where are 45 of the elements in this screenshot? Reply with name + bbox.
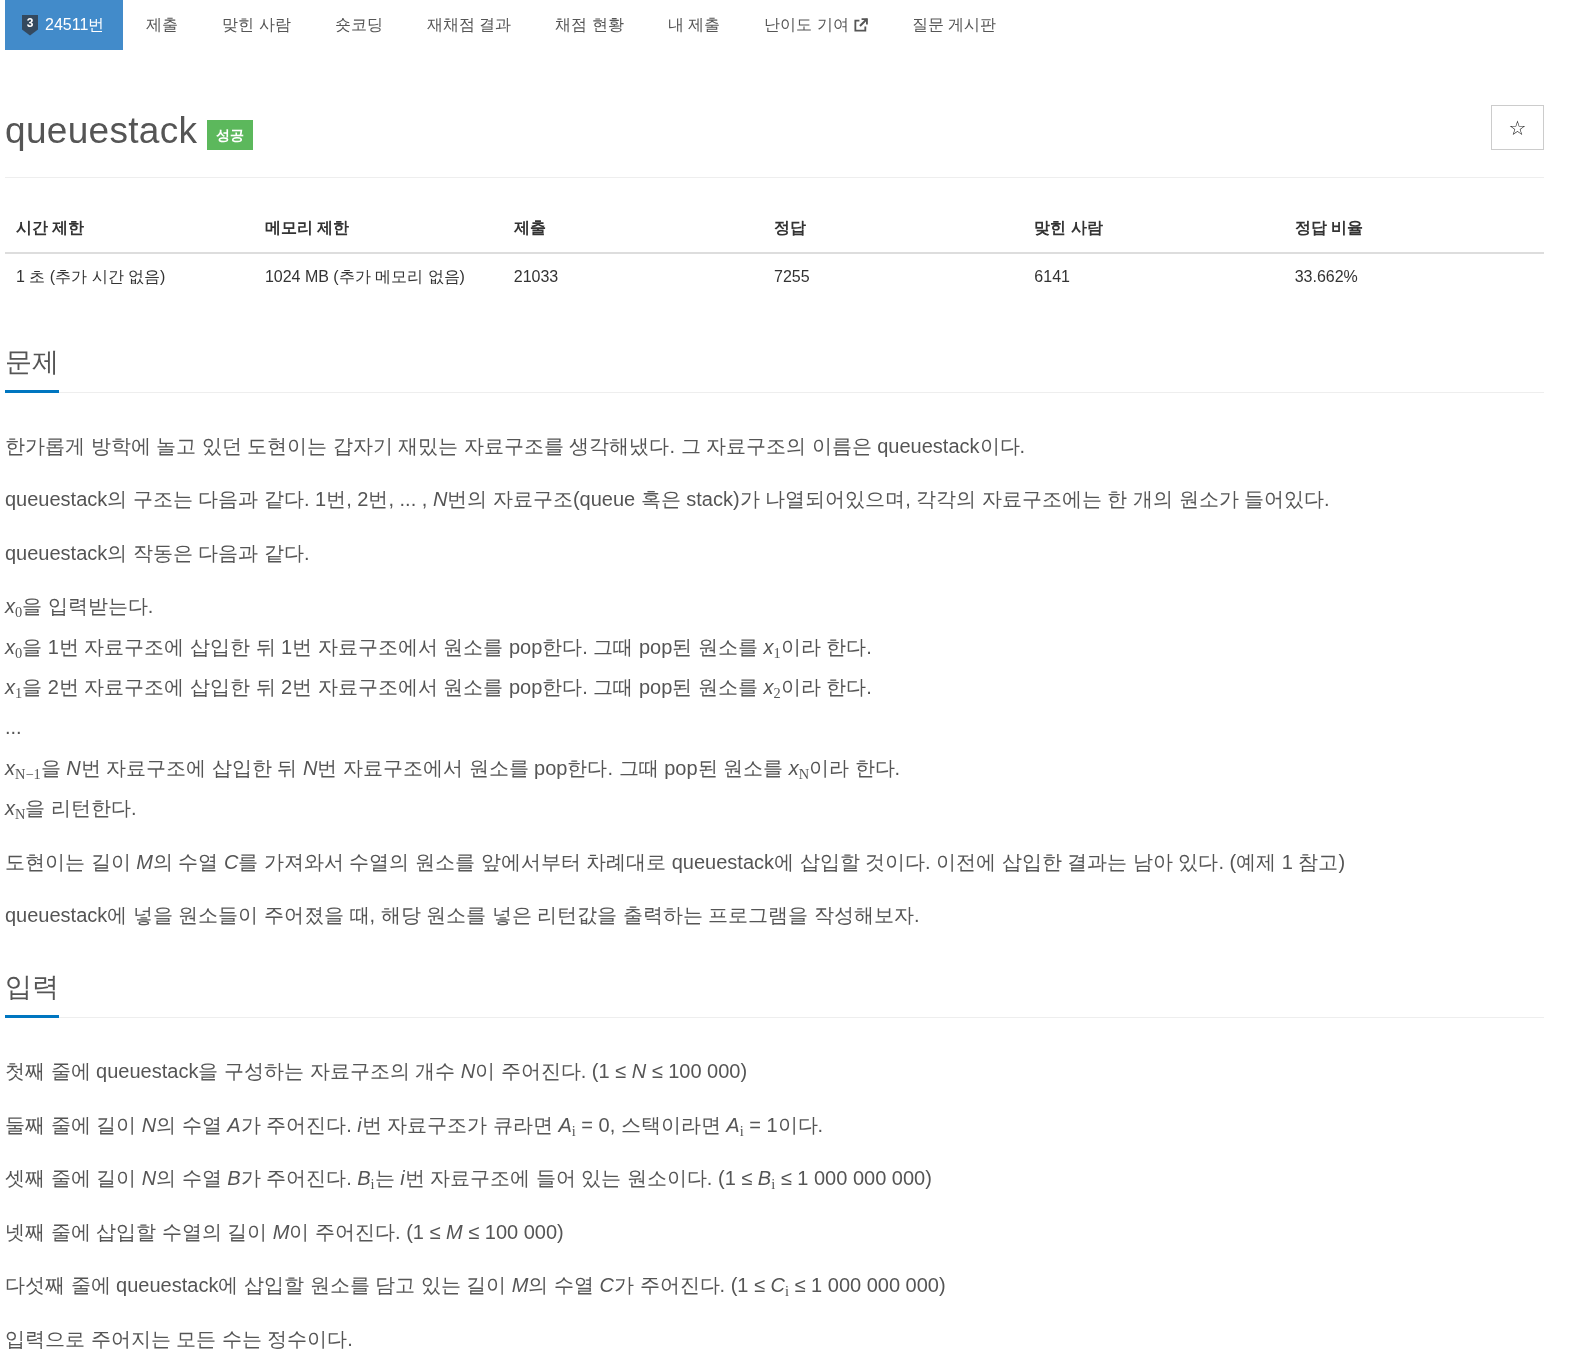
table-header-cell: 시간 제한 <box>5 204 254 253</box>
table-cell: 1 초 (추가 시간 없음) <box>5 253 254 300</box>
table-header-cell: 맞힌 사람 <box>1023 204 1284 253</box>
paragraph-text: ... <box>5 715 23 741</box>
table-header-cell: 정답 비율 <box>1283 204 1544 253</box>
section-heading: 입력 <box>5 967 59 1019</box>
nav-tab[interactable]: 제출 <box>125 0 200 50</box>
paragraph-text: 한가롭게 방학에 놀고 있던 도현이는 갑자기 재밌는 자료구조를 생각해냈다. 그 자료구조의 이름은 queuestack이다. <box>5 434 1027 459</box>
nav-tab[interactable]: 채점 현황 <box>534 0 645 50</box>
paragraph-text: x$_{0}$을 1번 자료구조에 삽입한 뒤 1번 자료구조에서 원소를 pop한다. 그때 pop된 원소를 x$_{1}$이라 한다. <box>5 634 873 663</box>
paragraph-text: 둘째 줄에 길이 N의 수열 A가 주어진다. i번 자료구조가 큐라면 A$_{i}$ = 0, 스택이라면 A$_{i}$ = 1이다. <box>5 1112 825 1142</box>
table-cell: 1024 MB (추가 메모리 없음) <box>253 253 503 300</box>
table-header-cell: 제출 <box>502 204 764 253</box>
paragraph-text: 다섯째 줄에 queuestack에 삽입할 원소를 담고 있는 길이 M의 수열 C가 주어진다. (1 ≤ C$_{i}$ ≤ 1 000 000 000) <box>5 1273 947 1302</box>
star-button[interactable]: ☆ <box>1491 105 1544 150</box>
paragraph-text: queuestack의 작동은 다음과 같다. <box>5 540 311 566</box>
nav-tab[interactable]: 질문 게시판 <box>890 0 1018 50</box>
paragraph-text: x$_{1}$을 2번 자료구조에 삽입한 뒤 2번 자료구조에서 원소를 pop한다. 그때 pop된 원소를 x$_{2}$이라 한다. <box>5 675 873 704</box>
paragraph-text: 넷째 줄에 삽입할 수열의 길이 M이 주어진다. (1 ≤ M ≤ 100 000) <box>5 1219 565 1245</box>
paragraph-text: 입력으로 주어지는 모든 수는 정수이다. <box>5 1326 354 1352</box>
table-cell: 7255 <box>763 253 1024 300</box>
table-cell: 6141 <box>1023 253 1284 300</box>
nav-tab[interactable]: 숏코딩 <box>313 0 404 50</box>
external-link-icon <box>852 17 868 33</box>
paragraph-text: 도현이는 길이 M의 수열 C를 가져와서 수열의 원소를 앞에서부터 차례대로 queuestack에 삽입할 것이다. 이전에 삽입한 결과는 남아 있다. (예제 1 참고) <box>5 849 1347 875</box>
paragraph-text: 첫째 줄에 queuestack을 구성하는 자료구조의 개수 N이 주어진다. (1 ≤ N ≤ 100 000) <box>5 1059 749 1085</box>
table-header-cell: 메모리 제한 <box>253 204 503 253</box>
paragraph-text: x$_{N}$을 리턴한다. <box>5 796 138 825</box>
problem-title: queuestack <box>5 109 198 153</box>
section-heading: 문제 <box>5 342 59 393</box>
nav-tab[interactable]: 난이도 기여 <box>743 0 889 50</box>
paragraph-text: 셋째 줄에 길이 N의 수열 B가 주어진다. B$_{i}$는 i번 자료구조에 들어 있는 원소이다. (1 ≤ B$_{i}$ ≤ 1 000 000 000) <box>5 1166 933 1195</box>
table-cell: 21033 <box>502 253 764 300</box>
paragraph-text: x$_{0}$을 입력받는다. <box>5 594 155 623</box>
nav-tab[interactable]: 내 제출 <box>646 0 742 50</box>
status-badge: 성공 <box>207 120 254 150</box>
tier-badge: 3 <box>22 14 38 36</box>
table-cell: 33.662% <box>1283 253 1544 300</box>
nav-tab[interactable]: 3 24511번 <box>5 0 124 50</box>
paragraph-text: queuestack에 넣을 원소들이 주어졌을 때, 해당 원소를 넣은 리턴값을 출력하는 프로그램을 작성해보자. <box>5 903 921 929</box>
paragraph-text: x$_{N−1}$을 N번 자료구조에 삽입한 뒤 N번 자료구조에서 원소를 pop한다. 그때 pop된 원소를 x$_{N}$이라 한다. <box>5 755 902 785</box>
nav-tab[interactable]: 재채점 결과 <box>405 0 533 50</box>
table-header-cell: 정답 <box>763 204 1024 253</box>
paragraph-text: queuestack의 구조는 다음과 같다. 1번, 2번, ... , N번의 자료구조(queue 혹은 stack)가 나열되어있으며, 각각의 자료구조에는 한 개의 원소가 들어있다. <box>5 487 1331 513</box>
nav-tab[interactable]: 맞힌 사람 <box>201 0 312 50</box>
